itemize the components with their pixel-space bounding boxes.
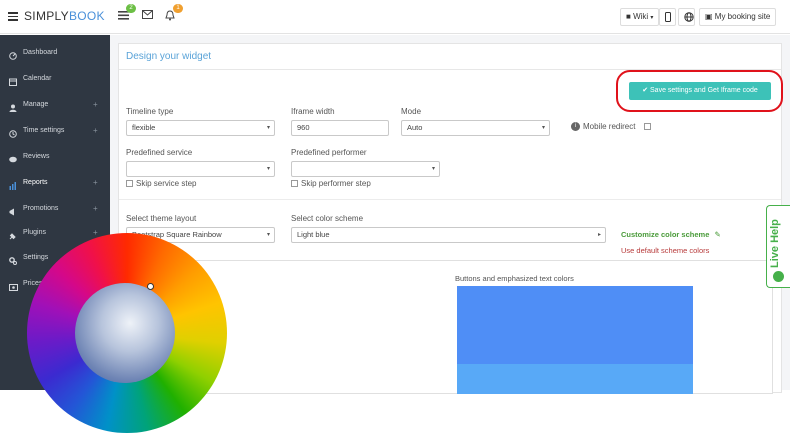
panel-title: Design your widget: [126, 51, 212, 62]
info-icon[interactable]: i: [571, 122, 580, 131]
sidebar-item-calendar[interactable]: Calendar: [0, 69, 110, 89]
predefined-service-label: Predefined service: [126, 148, 193, 157]
sidebar-item-time-settings[interactable]: Time settings +: [0, 121, 110, 141]
bar-chart-icon: [9, 179, 17, 190]
sidebar-item-manage[interactable]: Manage +: [0, 95, 110, 115]
sidebar-item-reviews[interactable]: Reviews: [0, 147, 110, 167]
cogs-icon: [9, 254, 17, 265]
skip-service-checkbox[interactable]: [126, 180, 133, 187]
buttons-colors-label: Buttons and emphasized text colors: [455, 274, 574, 283]
chevron-down-icon: ▾: [650, 15, 654, 21]
skip-performer-label: Skip performer step: [301, 179, 371, 188]
menu-icon[interactable]: [8, 12, 18, 21]
logo[interactable]: SIMPLYBOOK: [24, 9, 105, 23]
user-icon: ■: [626, 12, 631, 21]
color-scheme-select[interactable]: Light blue ▸: [291, 227, 606, 243]
highlight-annotation: [616, 70, 783, 112]
megaphone-icon: [9, 205, 17, 216]
clock-icon: [9, 127, 17, 138]
skip-performer-checkbox[interactable]: [291, 180, 298, 187]
customize-color-scheme-link[interactable]: Customize color scheme ✎: [621, 230, 721, 239]
tasks-icon[interactable]: 2: [118, 4, 136, 22]
live-help-tab[interactable]: Live Help: [766, 205, 790, 288]
money-icon: [9, 280, 18, 291]
chevron-down-icon: ▾: [266, 166, 270, 172]
color-scheme-label: Select color scheme: [291, 214, 364, 223]
comments-icon: [9, 153, 17, 163]
calendar-icon: ▣: [705, 12, 713, 21]
expand-icon[interactable]: +: [93, 199, 98, 219]
my-booking-site-button[interactable]: ▣ My booking site: [699, 8, 777, 26]
color-wheel-center: [75, 283, 175, 383]
sidebar-item-dashboard[interactable]: Dashboard: [0, 43, 110, 63]
chat-bubble-icon: [773, 271, 784, 282]
chevron-down-icon: ▾: [266, 125, 270, 131]
top-bar: SIMPLYBOOK 2 1 ■ Wiki ▾ ▣ My booking sit…: [0, 0, 790, 34]
expand-icon[interactable]: +: [93, 121, 98, 141]
mobile-redirect-label: Mobile redirect: [583, 122, 636, 131]
mode-select[interactable]: Auto ▾: [401, 120, 550, 136]
mobile-redirect-checkbox[interactable]: [644, 123, 651, 130]
theme-layout-label: Select theme layout: [126, 214, 197, 223]
chevron-right-icon: ▸: [597, 232, 601, 238]
mobile-icon[interactable]: [659, 8, 676, 26]
iframe-width-input[interactable]: 960: [291, 120, 389, 136]
globe-icon[interactable]: [678, 8, 695, 26]
chevron-down-icon: ▾: [266, 232, 270, 238]
mode-label: Mode: [401, 107, 422, 116]
skip-service-label: Skip service step: [136, 179, 197, 188]
expand-icon[interactable]: +: [93, 95, 98, 115]
timeline-type-label: Timeline type: [126, 107, 174, 116]
tasks-badge: 2: [126, 4, 136, 13]
predefined-performer-label: Predefined performer: [291, 148, 367, 157]
chevron-down-icon: ▾: [431, 166, 435, 172]
bell-badge: 1: [173, 4, 183, 13]
color-picker-handle[interactable]: [147, 283, 154, 290]
dashboard-icon: [9, 49, 17, 60]
wiki-button[interactable]: ■ Wiki ▾: [620, 8, 660, 26]
pencil-icon: ✎: [714, 230, 721, 239]
sidebar-item-reports[interactable]: Reports +: [0, 173, 110, 193]
plug-icon: [9, 229, 17, 240]
iframe-width-label: Iframe width: [291, 107, 335, 116]
predefined-performer-select[interactable]: ▾: [291, 161, 440, 177]
predefined-service-select[interactable]: ▾: [126, 161, 275, 177]
use-default-colors-link[interactable]: Use default scheme colors: [621, 246, 709, 255]
bell-icon[interactable]: 1: [165, 4, 183, 22]
expand-icon[interactable]: +: [93, 173, 98, 193]
calendar-icon: [9, 75, 17, 86]
envelope-icon[interactable]: [142, 10, 156, 22]
timeline-type-select[interactable]: flexible ▾: [126, 120, 275, 136]
chevron-down-icon: ▾: [541, 125, 545, 131]
user-icon: [9, 101, 17, 112]
sidebar-item-promotions[interactable]: Promotions +: [0, 199, 110, 219]
